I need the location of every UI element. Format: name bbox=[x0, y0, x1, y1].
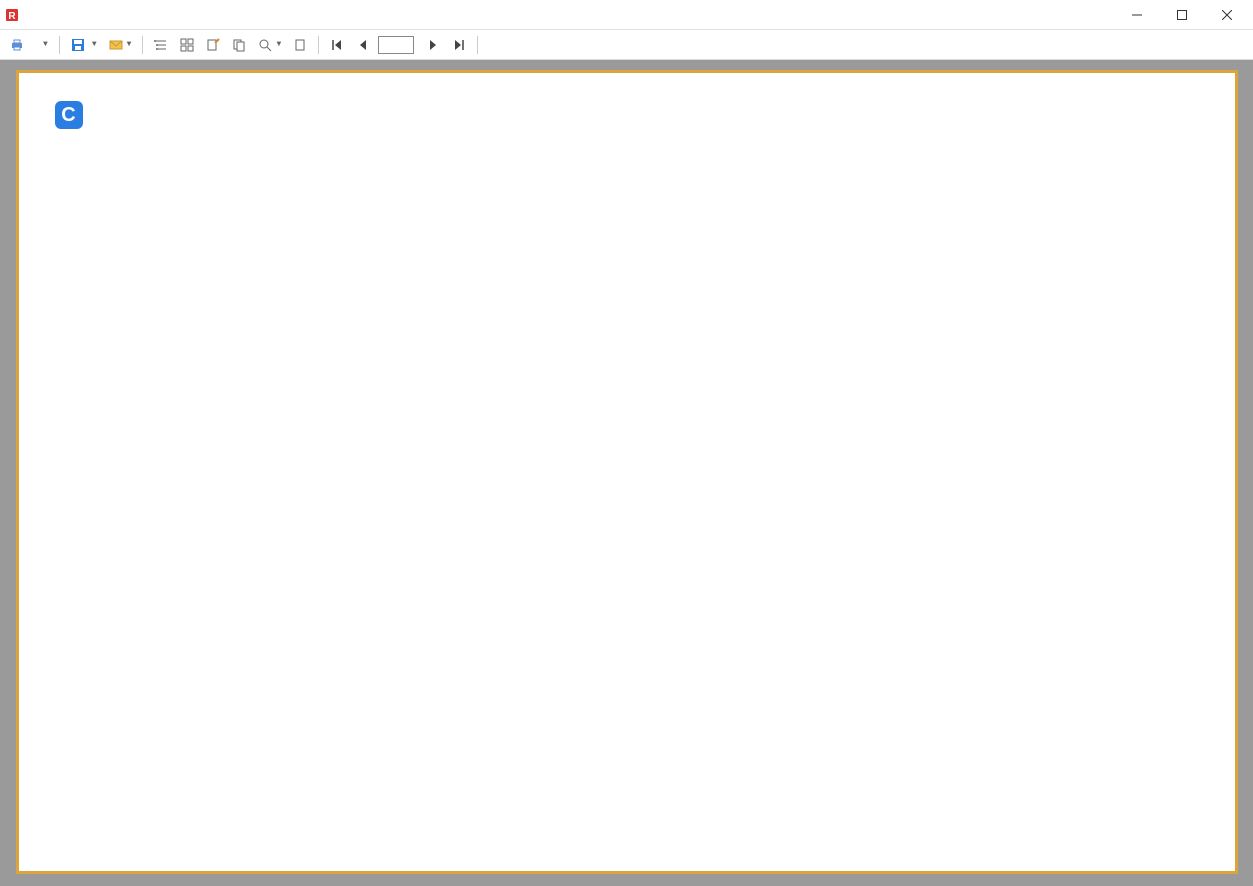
copy-icon bbox=[232, 38, 246, 52]
find-icon bbox=[258, 38, 272, 52]
find-button[interactable]: ▼ bbox=[254, 36, 285, 54]
first-page-button[interactable] bbox=[326, 36, 348, 54]
maximize-button[interactable] bbox=[1159, 0, 1204, 30]
logo: C bbox=[55, 101, 85, 130]
last-icon bbox=[452, 38, 466, 52]
print-icon bbox=[10, 38, 24, 52]
close-button[interactable] bbox=[1204, 0, 1249, 30]
minimize-button[interactable] bbox=[1114, 0, 1159, 30]
thumbnails-button[interactable] bbox=[176, 36, 198, 54]
print-button[interactable] bbox=[6, 36, 31, 54]
copy-button[interactable] bbox=[228, 36, 250, 54]
preview-viewport: C bbox=[0, 60, 1253, 886]
save-icon bbox=[71, 38, 85, 52]
prev-page-button[interactable] bbox=[352, 36, 374, 54]
prev-icon bbox=[356, 38, 370, 52]
thumbnails-icon bbox=[180, 38, 194, 52]
svg-text:R: R bbox=[8, 11, 16, 22]
next-icon bbox=[426, 38, 440, 52]
mail-button[interactable]: ▼ bbox=[105, 36, 136, 54]
open-button[interactable]: ▼ bbox=[35, 38, 52, 51]
first-icon bbox=[330, 38, 344, 52]
outline-icon bbox=[154, 38, 168, 52]
logo-mark: C bbox=[55, 101, 83, 129]
close-preview-button[interactable] bbox=[485, 43, 493, 47]
last-page-button[interactable] bbox=[448, 36, 470, 54]
app-icon: R bbox=[4, 7, 20, 23]
page-setup-button[interactable] bbox=[289, 36, 311, 54]
page-number-input[interactable] bbox=[378, 36, 414, 54]
page-setup-icon bbox=[293, 38, 307, 52]
save-button[interactable]: ▼ bbox=[67, 36, 101, 54]
edit-icon bbox=[206, 38, 220, 52]
edit-page-button[interactable] bbox=[202, 36, 224, 54]
mail-icon bbox=[109, 38, 123, 52]
next-page-button[interactable] bbox=[422, 36, 444, 54]
about-button[interactable] bbox=[1239, 43, 1247, 47]
outline-button[interactable] bbox=[150, 36, 172, 54]
